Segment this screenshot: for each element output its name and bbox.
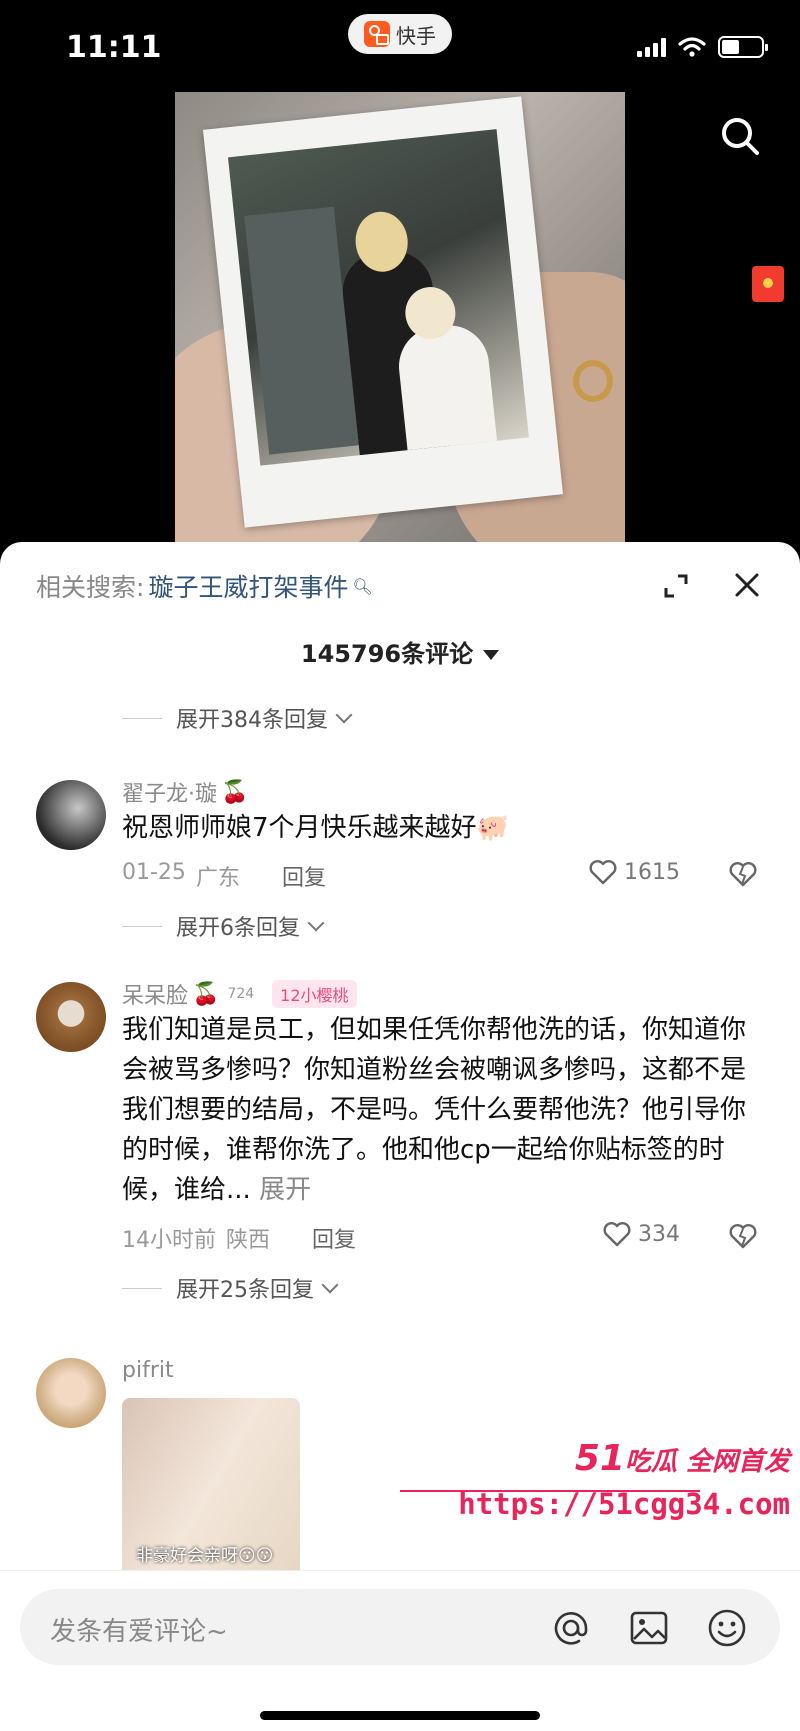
- wifi-icon: [678, 37, 706, 57]
- like-count: 334: [638, 1221, 680, 1247]
- like-button[interactable]: 1615: [588, 858, 680, 886]
- expand-replies-label: 展开6条回复: [176, 916, 300, 941]
- signal-icon: [637, 37, 666, 57]
- cherry-icon: 🍒: [192, 981, 220, 1007]
- comment-count-text: 145796条评论: [300, 640, 474, 668]
- comment-username[interactable]: 翟子龙·璇 🍒: [122, 776, 248, 808]
- chevron-down-icon: [321, 1276, 339, 1294]
- unfold-link[interactable]: 展开: [259, 1175, 311, 1205]
- expand-replies-label: 展开25条回复: [176, 1278, 314, 1303]
- avatar[interactable]: [36, 1358, 106, 1428]
- comment-date: 01-25: [122, 860, 186, 885]
- app-name: 快手: [396, 23, 436, 48]
- username-text: 呆呆脸: [122, 984, 189, 1009]
- reply-button[interactable]: 回复: [312, 1222, 356, 1254]
- image-caption: 非豪好会亲呀😗😗: [136, 1546, 274, 1566]
- battery-icon: [718, 36, 768, 58]
- comment-input[interactable]: 发条有爱评论~: [20, 1589, 780, 1665]
- kuaishou-logo-icon: [364, 21, 390, 47]
- expand-replies-button[interactable]: 展开6条回复: [122, 910, 325, 942]
- expand-replies-label: 展开384条回复: [176, 708, 328, 733]
- username-text: pifrit: [122, 1358, 174, 1383]
- expand-icon[interactable]: [662, 572, 690, 600]
- comment-text-body: 我们知道是员工，但如果任凭你帮他洗的话，你知道你会被骂多惨吗？你知道粉丝会被嘲讽…: [122, 1015, 747, 1205]
- small-search-icon: 🔍︎: [352, 576, 373, 596]
- comment-count[interactable]: 145796条评论: [0, 634, 800, 669]
- red-packet-icon[interactable]: [752, 266, 784, 302]
- watermark-number: 51: [574, 1438, 625, 1479]
- user-level: 724: [227, 986, 255, 1002]
- related-search[interactable]: 相关搜索: 璇子王威打架事件 🔍︎: [36, 568, 373, 604]
- emoji-icon[interactable]: [706, 1607, 748, 1649]
- watermark-url: https://51cgg34.com: [458, 1487, 790, 1521]
- image-icon[interactable]: [628, 1607, 670, 1649]
- status-time: 11:11: [66, 30, 162, 65]
- expand-replies-button[interactable]: 展开25条回复: [122, 1272, 339, 1304]
- dislike-icon[interactable]: [728, 1222, 758, 1250]
- expand-replies-button[interactable]: 展开384条回复: [122, 702, 353, 734]
- like-count: 1615: [624, 859, 680, 885]
- search-icon[interactable]: [716, 112, 764, 160]
- heart-icon: [589, 860, 617, 885]
- close-icon[interactable]: [732, 570, 762, 600]
- comment-date: 14小时前: [122, 1228, 216, 1253]
- comment-location: 陕西: [226, 1228, 271, 1253]
- related-search-label: 相关搜索:: [36, 573, 145, 602]
- watermark: 51吃瓜 全网首发 https://51cgg34.com: [400, 1438, 790, 1521]
- comment-username[interactable]: pifrit: [122, 1358, 174, 1383]
- comment-location: 广东: [195, 866, 240, 891]
- comment-image[interactable]: 非豪好会亲呀😗😗: [122, 1398, 300, 1576]
- cherry-icon: 🍒: [221, 779, 249, 805]
- app-indicator[interactable]: 快手: [348, 14, 452, 54]
- video-player[interactable]: [175, 92, 625, 544]
- comment-input-bar: 发条有爱评论~: [0, 1570, 800, 1731]
- polaroid-image: [227, 129, 529, 466]
- reply-button[interactable]: 回复: [282, 860, 326, 892]
- sort-caret-icon: [483, 650, 500, 660]
- comment-text: 祝恩师师娘7个月快乐越来越好🐖: [122, 813, 509, 843]
- ring: [573, 360, 613, 402]
- home-indicator: [260, 1711, 540, 1720]
- chevron-down-icon: [307, 914, 325, 932]
- comment-text: 我们知道是员工，但如果任凭你帮他洗的话，你知道你会被骂多惨吗？你知道粉丝会被嘲讽…: [122, 1010, 752, 1210]
- avatar[interactable]: [36, 780, 106, 850]
- heart-icon: [603, 1222, 631, 1247]
- at-icon[interactable]: [550, 1607, 592, 1649]
- comment-meta: 14小时前 陕西 回复: [122, 1222, 356, 1254]
- status-bar: 11:11 快手: [0, 0, 800, 90]
- like-button[interactable]: 334: [602, 1220, 680, 1248]
- comment-input-placeholder: 发条有爱评论~: [50, 1617, 228, 1647]
- dislike-icon[interactable]: [728, 860, 758, 888]
- comment-meta: 01-25 广东 回复: [122, 860, 326, 892]
- status-icons: [637, 36, 768, 58]
- watermark-title: 吃瓜 全网首发: [624, 1447, 790, 1477]
- related-search-keyword[interactable]: 璇子王威打架事件: [148, 568, 348, 604]
- avatar[interactable]: [36, 982, 106, 1052]
- username-text: 翟子龙·璇: [122, 782, 217, 807]
- polaroid-photo: [202, 96, 564, 528]
- fan-badge: 12小樱桃: [272, 980, 357, 1008]
- chevron-down-icon: [335, 706, 353, 724]
- comment-username[interactable]: 呆呆脸 🍒 724 12小樱桃: [122, 978, 357, 1010]
- comment-panel: 相关搜索: 璇子王威打架事件 🔍︎ 145796条评论 展开384条回复 翟子龙…: [0, 542, 800, 1731]
